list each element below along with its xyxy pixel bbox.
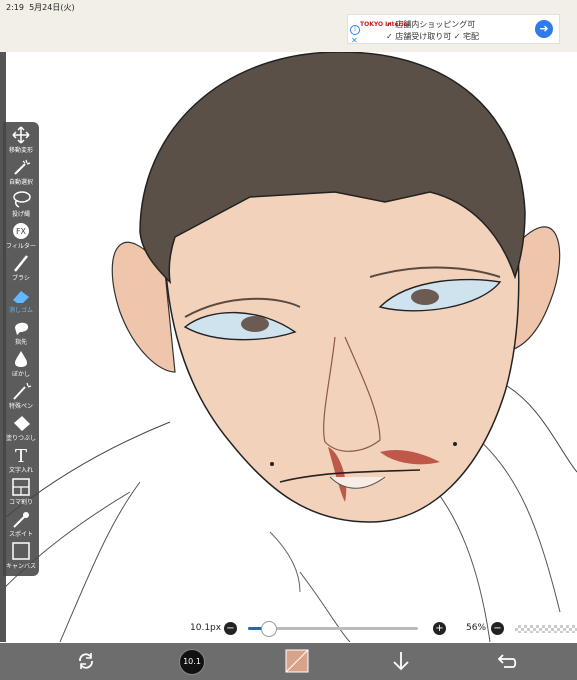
- drawing-canvas[interactable]: [0, 52, 577, 642]
- tool-label: 投げ縄: [11, 211, 30, 218]
- eyedropper-icon: [13, 512, 29, 528]
- size-decrease-button[interactable]: −: [224, 622, 237, 635]
- brush-settings-bar: 10.1px − + 56% −: [0, 620, 577, 638]
- tool-canvas[interactable]: キャンバス: [3, 540, 39, 572]
- brush-size-badge[interactable]: 10.1: [179, 649, 205, 675]
- tool-eyedropper[interactable]: スポイト: [3, 508, 39, 540]
- tool-label: 特殊ペン: [8, 403, 33, 410]
- svg-text:T: T: [15, 446, 27, 464]
- tool-lasso[interactable]: 投げ縄: [3, 188, 39, 220]
- special-pen-icon: [13, 382, 32, 400]
- tool-blur[interactable]: ぼかし: [3, 348, 39, 380]
- lasso-icon: [13, 191, 31, 208]
- fx-icon: FX: [13, 223, 29, 239]
- status-bar: 2:19 5月24日(火): [0, 0, 577, 14]
- status-date: 5月24日(火): [29, 3, 75, 12]
- tool-fill[interactable]: 塗りつぶし: [3, 412, 39, 444]
- tool-label: 指先: [14, 339, 27, 346]
- frame-icon: [12, 478, 30, 496]
- tool-label: コマ割り: [8, 499, 33, 506]
- opacity-decrease-button[interactable]: −: [491, 622, 504, 635]
- tool-brush[interactable]: ブラシ: [3, 252, 39, 284]
- ad-info-icon[interactable]: i: [350, 25, 360, 35]
- magic-wand-icon: [14, 159, 31, 175]
- size-increase-button[interactable]: +: [433, 622, 446, 635]
- svg-text:FX: FX: [16, 227, 27, 236]
- finger-icon: [15, 322, 29, 335]
- brush-icon: [14, 255, 28, 272]
- ad-line-1: ✓ 店舗内ショッピング可: [386, 20, 476, 29]
- tool-label: ぼかし: [11, 371, 30, 378]
- tool-filter[interactable]: FX フィルター: [3, 220, 39, 252]
- brush-size-badge-label: 10.1: [183, 657, 201, 666]
- opacity-label: 56%: [466, 623, 487, 633]
- tool-label: 文字入れ: [8, 467, 33, 474]
- tool-label: 消しゴム: [8, 307, 33, 314]
- tool-frame[interactable]: コマ割り: [3, 476, 39, 508]
- ad-banner[interactable]: i ✕ TOKYO Interior ✓ 店舗内ショッピング可 ✓ 店舗受け取り…: [347, 14, 560, 45]
- tool-label: キャンバス: [5, 563, 36, 570]
- opacity-slider[interactable]: [515, 625, 577, 633]
- brush-size-slider[interactable]: [248, 621, 418, 637]
- tool-label: スポイト: [8, 531, 33, 538]
- tool-special-pen[interactable]: 特殊ペン: [3, 380, 39, 412]
- canvas-icon: [12, 542, 30, 560]
- tool-text[interactable]: T 文字入れ: [3, 444, 39, 476]
- move-icon: [12, 126, 30, 144]
- color-swatch-icon[interactable]: [285, 649, 309, 673]
- tool-move[interactable]: 移動変形: [3, 124, 39, 156]
- tool-label: ブラシ: [12, 275, 30, 282]
- text-icon: T: [15, 446, 27, 464]
- tool-eraser[interactable]: 消しゴム: [3, 284, 39, 316]
- fill-icon: [14, 416, 30, 431]
- status-time: 2:19: [6, 3, 24, 12]
- eraser-icon: [13, 291, 29, 303]
- blur-drop-icon: [15, 351, 27, 367]
- artwork-illustration: [0, 52, 577, 642]
- tool-label: 自動選択: [8, 179, 33, 186]
- undo-icon[interactable]: [494, 649, 518, 673]
- ad-directions-icon[interactable]: ➜: [535, 20, 553, 38]
- down-arrow-icon[interactable]: [389, 649, 413, 673]
- bottom-toolbar: 10.1: [0, 643, 577, 680]
- ad-close-icon[interactable]: ✕: [351, 36, 358, 45]
- tool-label: 塗りつぶし: [5, 435, 37, 442]
- tool-label: 移動変形: [8, 147, 33, 154]
- tool-label: フィルター: [6, 243, 36, 250]
- tool-finger[interactable]: 指先: [3, 316, 39, 348]
- slider-knob[interactable]: [261, 621, 278, 637]
- brush-size-label: 10.1px: [190, 623, 222, 633]
- tool-palette: 移動変形 自動選択 投げ縄 FX フィルター ブラシ 消しゴム 指先 ぼかし 特…: [3, 122, 39, 576]
- ad-line-2: ✓ 店舗受け取り可 ✓ 宅配: [386, 32, 480, 41]
- rotate-icon[interactable]: [74, 649, 98, 673]
- tool-magic-wand[interactable]: 自動選択: [3, 156, 39, 188]
